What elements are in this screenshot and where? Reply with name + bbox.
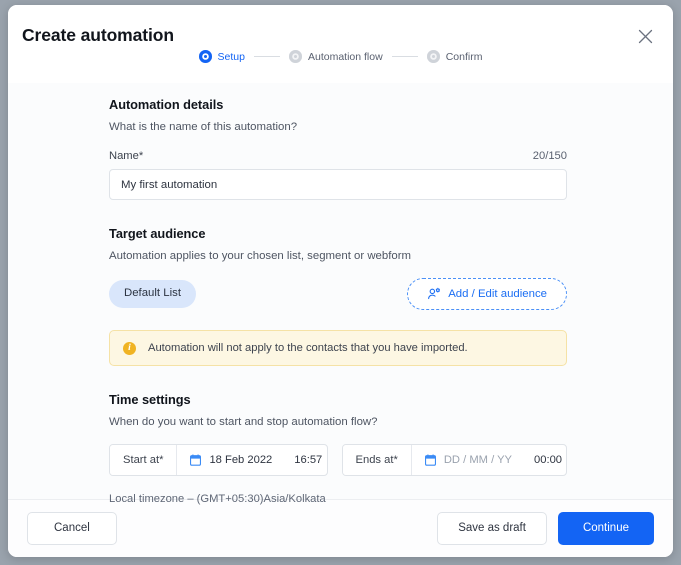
add-edit-audience-label: Add / Edit audience [448,288,547,300]
calendar-icon [190,454,202,466]
dialog-body: Automation details What is the name of t… [8,83,673,505]
ends-at-label-text: Ends at [355,454,394,466]
name-field-label: Name* [109,150,143,162]
step-confirm[interactable]: Confirm [426,50,483,63]
audience-chip-default-list[interactable]: Default List [109,280,196,308]
time-settings-section: Time settings When do you want to start … [109,392,567,505]
step-setup[interactable]: Setup [198,50,245,63]
time-settings-subtitle: When do you want to start and stop autom… [109,416,378,428]
calendar-icon [424,454,436,466]
step-automation-flow[interactable]: Automation flow [288,50,383,63]
ends-at-label: Ends at * [342,445,412,475]
step-dot-active-icon [198,50,212,63]
dialog-footer: Cancel Save as draft Continue [8,499,673,557]
step-connector [253,56,280,57]
start-at-date-value: 18 Feb 2022 [209,454,273,466]
import-warning-text: Automation will not apply to the contact… [148,342,468,354]
target-audience-subtitle: Automation applies to your chosen list, … [109,250,412,262]
start-at-datetime-field[interactable]: 18 Feb 2022 16:57 [177,445,326,475]
start-at-label-text: Start at [123,454,160,466]
step-dot-inactive-icon [288,50,302,63]
required-marker: * [138,150,144,162]
ends-at-date-value: DD / MM / YY [443,454,513,466]
continue-button[interactable]: Continue [557,512,654,545]
required-marker: * [159,454,164,466]
start-at-label: Start at * [110,445,178,475]
step-label-confirm: Confirm [445,50,483,63]
audience-controls: Default List Add / Edit audience [109,278,567,310]
start-at-group: Start at * 18 Feb 2022 16:57 [109,444,328,476]
target-audience-title: Target audience [109,226,206,241]
user-settings-icon [427,287,441,301]
dialog-header: Create automation Setup Automation flow … [8,5,673,83]
ends-at-group: Ends at * DD / MM / YY 00:00 [341,444,567,476]
add-edit-audience-button[interactable]: Add / Edit audience [407,278,567,310]
character-counter: 20/150 [532,150,567,162]
target-audience-section: Target audience Automation applies to yo… [109,226,567,310]
cancel-button[interactable]: Cancel [27,512,117,545]
info-icon: i [123,341,136,355]
form-content: Automation details What is the name of t… [109,97,567,505]
create-automation-dialog: Create automation Setup Automation flow … [8,5,673,557]
start-at-time-value: 16:57 [294,454,323,466]
step-dot-inactive-icon [426,50,440,63]
close-icon[interactable] [634,25,656,47]
name-label-text: Name [109,150,139,162]
automation-details-subtitle: What is the name of this automation? [109,121,298,133]
save-as-draft-button[interactable]: Save as draft [437,512,547,545]
automation-details-title: Automation details [109,97,224,112]
name-field-header: Name* 20/150 [109,150,567,162]
required-marker: * [393,454,398,466]
automation-details-section: Automation details What is the name of t… [109,97,567,200]
stepper: Setup Automation flow Confirm [8,50,673,63]
step-label-setup: Setup [217,50,245,63]
step-connector [391,56,418,57]
step-label-automation-flow: Automation flow [307,50,383,63]
ends-at-datetime-field[interactable]: DD / MM / YY 00:00 [412,445,566,475]
import-warning-banner: i Automation will not apply to the conta… [109,330,567,366]
time-inputs-row: Start at * 18 Feb 2022 16:57 Ends at * D… [109,444,567,476]
ends-at-time-value: 00:00 [534,454,563,466]
local-timezone-text: Local timezone – (GMT+05:30)Asia/Kolkata [109,493,326,505]
time-settings-title: Time settings [109,392,191,407]
automation-name-input[interactable] [109,169,567,200]
page-title: Create automation [22,25,174,45]
